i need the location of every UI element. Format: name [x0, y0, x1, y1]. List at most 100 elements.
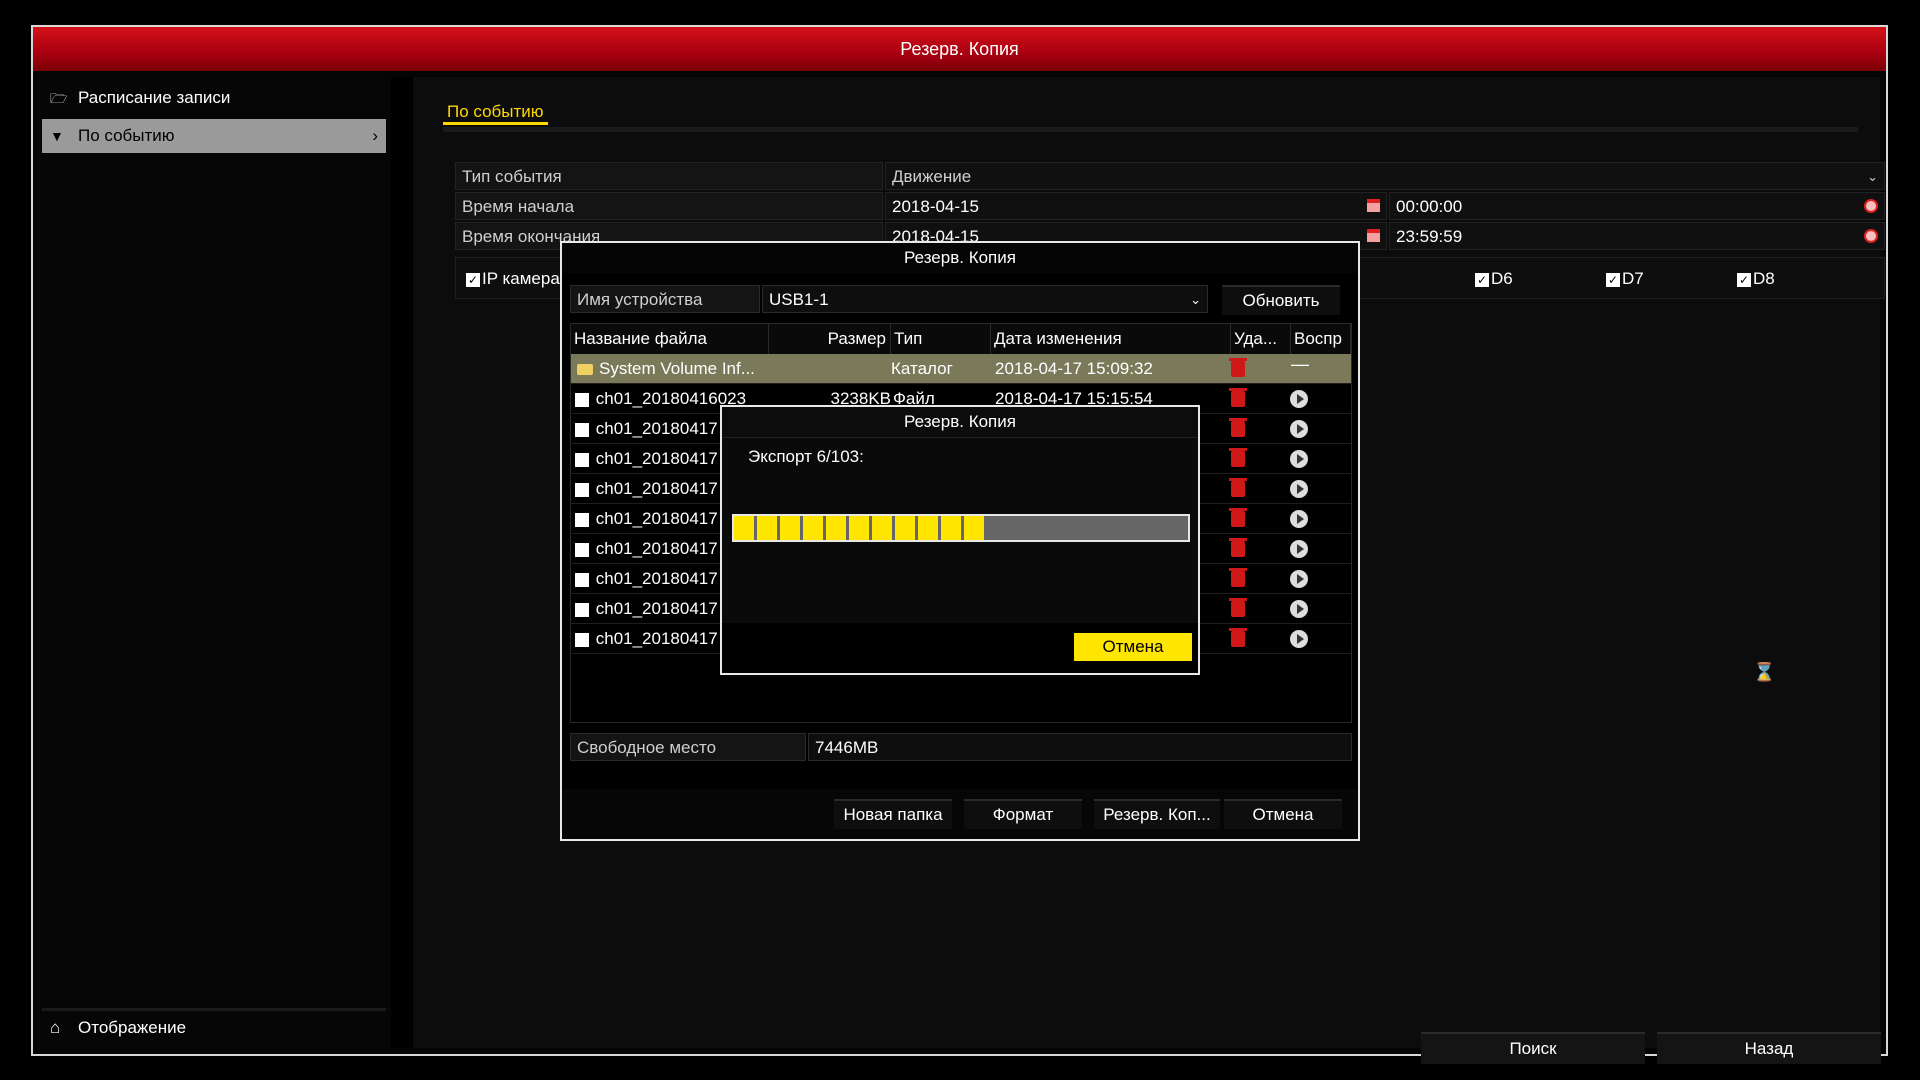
no-play-icon: —: [1291, 354, 1309, 374]
free-space-label: Свободное место: [570, 733, 806, 761]
file-name: System Volume Inf...: [599, 359, 755, 378]
checkbox-icon[interactable]: [575, 632, 589, 647]
trash-icon[interactable]: [1229, 388, 1247, 407]
file-name-cell: System Volume Inf...: [573, 354, 773, 384]
trash-icon[interactable]: [1229, 538, 1247, 557]
trash-icon[interactable]: [1229, 478, 1247, 497]
clock-icon[interactable]: [1864, 229, 1878, 243]
device-value: USB1-1: [769, 290, 829, 309]
end-time-field[interactable]: 23:59:59: [1389, 222, 1885, 250]
tab-underline: [443, 127, 1858, 132]
file-name: ch01_20180417: [595, 539, 718, 558]
tab-by-event[interactable]: По событию: [443, 102, 548, 125]
search-button[interactable]: Поиск: [1421, 1032, 1645, 1064]
device-name-label: Имя устройства: [570, 285, 760, 313]
checkbox-icon[interactable]: [575, 422, 589, 437]
checkbox-icon[interactable]: [575, 512, 589, 527]
camera-d7-checkbox[interactable]: ✓ D7: [1606, 269, 1644, 289]
new-folder-button[interactable]: Новая папка: [834, 799, 952, 829]
event-type-value: Движение: [892, 167, 972, 186]
play-icon[interactable]: [1290, 420, 1308, 438]
file-name: ch01_20180417: [595, 509, 718, 528]
play-icon[interactable]: [1290, 600, 1308, 618]
play-icon[interactable]: [1290, 570, 1308, 588]
format-button[interactable]: Формат: [964, 799, 1082, 829]
column-header-delete[interactable]: Уда...: [1231, 324, 1291, 354]
start-date-value: 2018-04-15: [892, 197, 979, 216]
home-icon: ⌂: [50, 1018, 61, 1037]
checkbox-icon[interactable]: [575, 452, 589, 467]
ip-camera-label: IP камера: [482, 269, 560, 288]
checkbox-icon[interactable]: [575, 602, 589, 617]
camera-d6-checkbox[interactable]: ✓ D6: [1475, 269, 1513, 289]
trash-icon[interactable]: [1229, 418, 1247, 437]
file-name: ch01_20180417: [595, 569, 718, 588]
start-date-field[interactable]: 2018-04-15: [885, 192, 1387, 220]
event-type-label: Тип события: [455, 162, 883, 190]
sidebar-item-display[interactable]: ⌂ Отображение: [42, 1008, 386, 1042]
start-time-value: 00:00:00: [1396, 197, 1463, 216]
trash-icon[interactable]: [1229, 568, 1247, 587]
export-status-text: Экспорт 6/103:: [748, 447, 864, 466]
play-icon[interactable]: [1290, 540, 1308, 558]
sidebar-item-by-event[interactable]: ▼ По событию ›: [42, 119, 386, 153]
chevron-down-icon: ⌄: [1190, 292, 1201, 307]
event-type-select[interactable]: Движение ⌄: [885, 162, 1885, 190]
camera-label: D7: [1622, 269, 1644, 288]
clock-icon[interactable]: [1864, 199, 1878, 213]
divider: [391, 77, 413, 1048]
pin-icon: ▼: [50, 128, 64, 144]
column-header-type[interactable]: Тип: [891, 324, 991, 354]
checkbox-icon[interactable]: [575, 572, 589, 587]
trash-icon[interactable]: [1229, 628, 1247, 647]
trash-icon[interactable]: [1229, 508, 1247, 527]
play-icon[interactable]: [1290, 510, 1308, 528]
cancel-button[interactable]: Отмена: [1224, 799, 1342, 829]
event-type-row: Тип события Движение ⌄: [455, 162, 1885, 190]
camera-d8-checkbox[interactable]: ✓ D8: [1737, 269, 1775, 289]
column-header-size[interactable]: Размер: [769, 324, 891, 354]
refresh-button[interactable]: Обновить: [1222, 285, 1340, 315]
checkbox-icon[interactable]: [575, 482, 589, 497]
trash-icon[interactable]: [1229, 598, 1247, 617]
hourglass-icon: ⌛: [1753, 662, 1776, 682]
sidebar-item-label: По событию: [78, 126, 175, 145]
play-icon[interactable]: [1290, 390, 1308, 408]
file-name: ch01_20180417: [595, 419, 718, 438]
progress-cancel-button[interactable]: Отмена: [1074, 633, 1192, 661]
column-header-name[interactable]: Название файла: [571, 324, 769, 354]
camera-label: D6: [1491, 269, 1513, 288]
folder-icon: [577, 364, 593, 376]
column-header-play[interactable]: Воспр: [1291, 324, 1351, 354]
sidebar: 🗁 Расписание записи ▼ По событию › ⌂ Ото…: [39, 77, 391, 1048]
checkbox-icon[interactable]: [575, 542, 589, 557]
play-icon[interactable]: [1290, 630, 1308, 648]
backup-button[interactable]: Резерв. Коп...: [1094, 799, 1220, 829]
calendar-icon[interactable]: [1367, 199, 1380, 212]
table-row[interactable]: System Volume Inf... Каталог 2018-04-17 …: [571, 354, 1351, 384]
start-time-field[interactable]: 00:00:00: [1389, 192, 1885, 220]
ip-camera-checkbox[interactable]: ✓ IP камера: [466, 269, 560, 289]
window-title: Резерв. Копия: [33, 27, 1886, 71]
start-time-label: Время начала: [455, 192, 883, 220]
back-button[interactable]: Назад: [1657, 1032, 1881, 1064]
camera-label: D8: [1753, 269, 1775, 288]
file-name: ch01_20180417: [595, 629, 718, 648]
checkbox-icon[interactable]: [575, 392, 589, 407]
start-time-row: Время начала 2018-04-15 00:00:00: [455, 192, 1885, 220]
checkbox-checked-icon: ✓: [1475, 272, 1489, 287]
checkbox-checked-icon: ✓: [466, 272, 480, 287]
column-header-date[interactable]: Дата изменения: [991, 324, 1231, 354]
sidebar-item-schedule[interactable]: 🗁 Расписание записи: [42, 81, 386, 115]
play-icon[interactable]: [1290, 450, 1308, 468]
progress-dialog-title: Резерв. Копия: [722, 407, 1198, 438]
trash-icon[interactable]: [1229, 358, 1247, 377]
progress-bar-fill: [734, 516, 984, 540]
sidebar-item-label: Отображение: [78, 1018, 187, 1037]
trash-icon[interactable]: [1229, 448, 1247, 467]
chevron-right-icon: ›: [372, 126, 378, 145]
device-select[interactable]: USB1-1 ⌄: [762, 285, 1208, 313]
calendar-icon[interactable]: [1367, 229, 1380, 242]
file-name: ch01_20180417: [595, 449, 718, 468]
play-icon[interactable]: [1290, 480, 1308, 498]
